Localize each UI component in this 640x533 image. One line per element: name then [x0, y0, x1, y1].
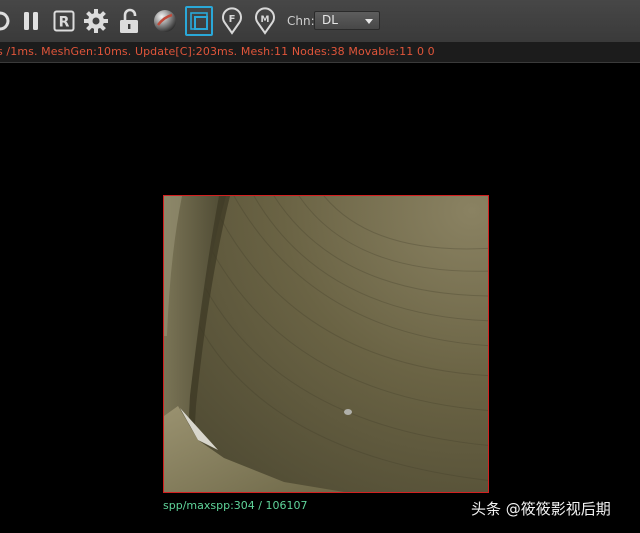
- m-pin-icon: M: [253, 7, 277, 35]
- channel-select[interactable]: DL: [314, 11, 380, 30]
- unlock-icon: [117, 7, 143, 35]
- status-bar: s /1ms. MeshGen:10ms. Update[C]:203ms. M…: [0, 42, 640, 63]
- render-image: [164, 196, 488, 492]
- refresh-icon: [0, 9, 12, 33]
- channel-label: Chn:: [287, 14, 315, 28]
- settings-button[interactable]: [82, 6, 110, 36]
- f-pin-letter: F: [229, 14, 236, 25]
- refresh-button[interactable]: [0, 6, 14, 36]
- focus-pick-button[interactable]: F: [218, 6, 246, 36]
- f-pin-icon: F: [220, 7, 244, 35]
- r-icon: R: [52, 9, 76, 33]
- lock-toggle-button[interactable]: [116, 6, 144, 36]
- render-region[interactable]: [163, 195, 489, 493]
- gear-icon: [83, 8, 109, 34]
- material-sphere-icon: [152, 8, 178, 34]
- toolbar: R F M Chn: DL: [0, 0, 640, 43]
- watermark: 头条 @筱筱影视后期: [471, 500, 611, 518]
- render-stats-text: s /1ms. MeshGen:10ms. Update[C]:203ms. M…: [0, 45, 435, 58]
- material-pick-button[interactable]: M: [251, 6, 279, 36]
- material-preview-button[interactable]: [151, 6, 179, 36]
- m-pin-letter: M: [261, 15, 270, 25]
- spp-counter: spp/maxspp:304 / 106107: [163, 499, 308, 512]
- r-letter: R: [59, 15, 70, 31]
- restart-render-button[interactable]: R: [50, 6, 78, 36]
- pause-icon: [20, 9, 42, 33]
- region-render-button[interactable]: [185, 6, 213, 36]
- channel-value: DL: [322, 13, 338, 27]
- chevron-down-icon: [365, 19, 373, 24]
- region-render-icon: [188, 10, 210, 32]
- pause-button[interactable]: [17, 6, 45, 36]
